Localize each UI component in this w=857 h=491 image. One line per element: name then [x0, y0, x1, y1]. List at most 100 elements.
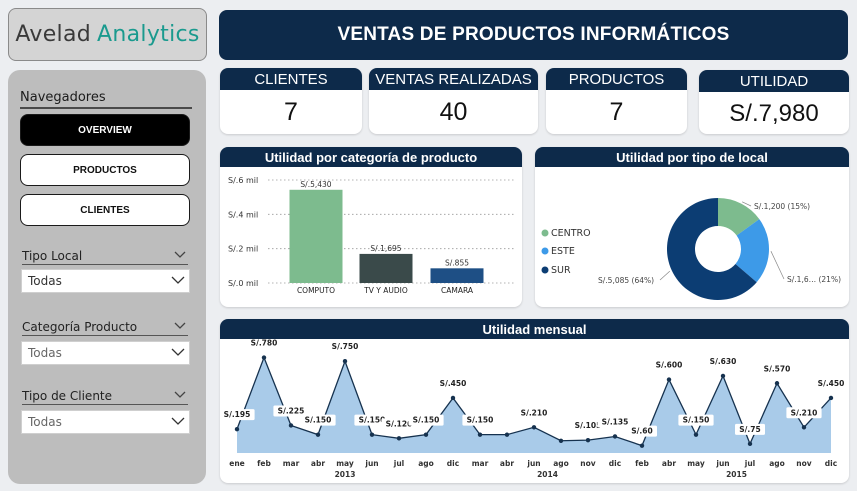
bar-y-tick-label: S/.0 mil	[228, 279, 258, 288]
area-data-label: S/.150	[300, 414, 336, 426]
logo-word-2: Analytics	[97, 22, 200, 47]
area-data-label-text: S/.195	[224, 410, 251, 419]
chevron-down-icon	[171, 348, 185, 356]
filter-tipo-local-value: Todas	[28, 274, 62, 288]
area-x-tick-label: mar	[283, 459, 300, 468]
kpi-card-utilidad: UTILIDAD S/.7,980	[699, 70, 849, 134]
bar-data-label: S/.855	[445, 258, 469, 267]
logo-word-1: Avelad	[15, 22, 92, 47]
area-x-tick-label: ene	[229, 459, 245, 468]
area-x-tick-label: dic	[447, 459, 459, 468]
area-point[interactable]	[720, 373, 726, 379]
bar-chart-title: Utilidad por categoría de producto	[220, 147, 522, 167]
chevron-down-icon[interactable]	[174, 322, 186, 330]
area-data-label: S/.450	[435, 377, 471, 389]
area-point[interactable]	[234, 426, 240, 432]
bar-y-tick-label: S/.6 mil	[228, 176, 258, 185]
legend-label: SUR	[551, 265, 571, 276]
bar[interactable]	[289, 189, 343, 283]
area-point[interactable]	[450, 395, 456, 401]
area-x-tick-label: jul	[393, 459, 404, 468]
area-point[interactable]	[774, 381, 780, 386]
kpi-card-ventas: VENTAS REALIZADAS 40	[369, 68, 538, 134]
area-x-tick-label: ago	[769, 459, 785, 468]
filter-tipo-local-select[interactable]: Todas	[21, 269, 190, 293]
area-point[interactable]	[396, 436, 402, 441]
area-data-label: S/.75	[735, 423, 765, 435]
area-point[interactable]	[747, 441, 753, 447]
area-data-label: S/.195	[220, 409, 255, 421]
area-data-label-text: S/.75	[739, 425, 760, 434]
kpi-label: PRODUCTOS	[546, 68, 687, 90]
area-point[interactable]	[369, 432, 375, 437]
area-x-tick-label: jun	[526, 459, 540, 468]
filter-categoria-text: Categoría Producto	[22, 320, 138, 334]
clientes-button[interactable]: CLIENTES	[20, 194, 190, 226]
sidebar: Navegadores OVERVIEW PRODUCTOS CLIENTES …	[8, 70, 206, 484]
bar-chart: S/.0 mil S/.2 mil S/.4 mil S/.6 mil S/.5,430…	[228, 176, 516, 295]
area-point[interactable]	[612, 434, 618, 439]
area-point[interactable]	[423, 432, 429, 437]
legend-label: ESTE	[551, 246, 575, 257]
area-point[interactable]	[288, 423, 294, 428]
area-x-tick-label: may	[336, 459, 354, 468]
area-point[interactable]	[261, 355, 267, 360]
filter-categoria-select[interactable]: Todas	[21, 341, 190, 365]
chevron-down-icon[interactable]	[174, 251, 186, 259]
bar-data-label: S/.1,695	[370, 244, 401, 253]
area-data-label: S/.450	[813, 377, 849, 389]
bar-y-tick-label: S/.4 mil	[228, 210, 258, 219]
kpi-value: S/.7,980	[729, 100, 819, 127]
area-x-tick-label: jun	[364, 459, 378, 468]
area-data-label: S/.210	[786, 407, 822, 419]
area-data-label-text: S/.450	[818, 379, 845, 388]
donut-chart-title: Utilidad por tipo de local	[535, 147, 849, 167]
area-data-label: S/.60	[627, 425, 657, 437]
area-data-label-text: S/.225	[278, 406, 305, 415]
area-data-label-text: S/.780	[251, 339, 278, 348]
area-data-label-text: S/.210	[521, 408, 548, 417]
area-x-tick-label: mar	[472, 459, 489, 468]
kpi-value: 40	[439, 97, 468, 126]
area-data-label-text: S/.150	[305, 416, 332, 425]
area-data-label-text: S/.150	[467, 416, 494, 425]
area-point[interactable]	[693, 432, 699, 437]
legend-marker	[541, 266, 549, 274]
area-data-label: S/.150	[462, 414, 498, 426]
area-point[interactable]	[828, 395, 834, 401]
area-year-label: 2013	[335, 470, 356, 479]
area-point[interactable]	[504, 432, 510, 437]
area-point[interactable]	[315, 432, 321, 437]
bar[interactable]	[430, 268, 484, 283]
area-point[interactable]	[801, 425, 807, 430]
area-point[interactable]	[531, 425, 537, 430]
chevron-down-icon	[171, 417, 185, 425]
area-data-label-text: S/.630	[710, 357, 737, 366]
area-point[interactable]	[342, 359, 348, 364]
kpi-label: UTILIDAD	[699, 70, 849, 92]
page-title: VENTAS DE PRODUCTOS INFORMÁTICOS	[219, 10, 848, 60]
area-point[interactable]	[585, 437, 591, 443]
bar-chart-panel: Utilidad por categoría de producto S/.0 …	[220, 147, 522, 307]
donut-leader-line	[770, 251, 785, 280]
area-point[interactable]	[639, 443, 645, 448]
area-chart: S/.195 ene S/.780 feb S/.225 mar S/.150 abr S/.7…	[220, 337, 849, 479]
area-x-tick-label: dic	[825, 459, 837, 468]
area-point[interactable]	[558, 438, 564, 443]
bar-data-label: S/.5,430	[300, 180, 331, 189]
chevron-down-icon[interactable]	[174, 391, 186, 399]
area-data-label-text: S/.210	[791, 408, 818, 417]
overview-button[interactable]: OVERVIEW	[20, 114, 190, 146]
filter-tipo-cliente-select[interactable]: Todas	[21, 410, 190, 434]
area-point[interactable]	[666, 377, 672, 382]
donut-slice-label: S/.1,200 (15%)	[754, 202, 810, 211]
productos-button[interactable]: PRODUCTOS	[20, 154, 190, 186]
area-point[interactable]	[477, 432, 483, 437]
area-data-label: S/.630	[705, 355, 741, 367]
bar[interactable]	[359, 253, 413, 283]
area-data-label: S/.600	[651, 359, 687, 371]
filter-tipo-local-label: Tipo Local	[22, 249, 188, 265]
app-logo: Avelad Analytics	[8, 8, 207, 61]
kpi-value: 7	[609, 97, 624, 126]
area-data-label: S/.780	[246, 337, 282, 349]
